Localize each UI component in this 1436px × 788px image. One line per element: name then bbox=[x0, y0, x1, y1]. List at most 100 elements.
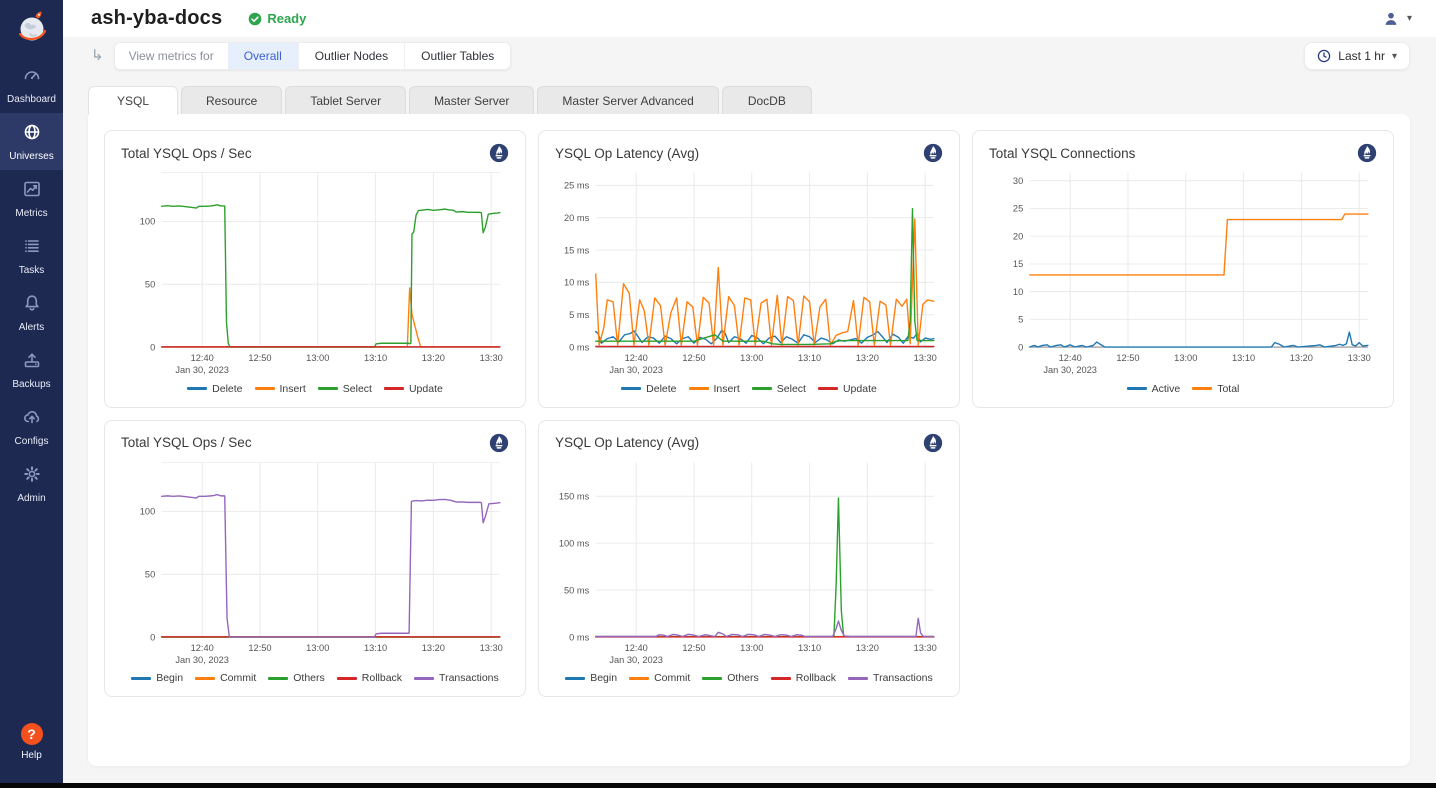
sidebar-item-configs[interactable]: Configs bbox=[0, 398, 63, 455]
legend-item-delete[interactable]: Delete bbox=[187, 383, 242, 395]
legend-item-insert[interactable]: Insert bbox=[255, 383, 306, 395]
legend-item-update[interactable]: Update bbox=[384, 383, 443, 395]
sidebar-item-universes[interactable]: Universes bbox=[0, 113, 63, 170]
sidebar-item-label: Configs bbox=[15, 436, 49, 447]
svg-text:50 ms: 50 ms bbox=[564, 585, 590, 595]
legend-label: Select bbox=[777, 383, 806, 395]
view-metrics-tab-overall[interactable]: Overall bbox=[228, 43, 298, 69]
prometheus-link-icon[interactable] bbox=[489, 143, 509, 163]
chart-plot[interactable]: 12:4012:5013:0013:1013:2013:30050100Jan … bbox=[119, 165, 511, 379]
legend-swatch bbox=[131, 677, 151, 680]
yugabyte-logo-icon[interactable] bbox=[0, 0, 63, 56]
svg-text:25: 25 bbox=[1013, 204, 1023, 214]
series-line-total bbox=[1030, 214, 1368, 275]
legend-item-begin[interactable]: Begin bbox=[565, 672, 617, 684]
metric-category-tabs: YSQLResourceTablet ServerMaster ServerMa… bbox=[88, 86, 1410, 114]
legend-label: Delete bbox=[212, 383, 242, 395]
legend-item-insert[interactable]: Insert bbox=[689, 383, 740, 395]
chart-plot[interactable]: 12:4012:5013:0013:1013:2013:30050100Jan … bbox=[119, 455, 511, 669]
sidebar-item-label: Help bbox=[21, 750, 42, 761]
svg-text:Jan 30, 2023: Jan 30, 2023 bbox=[609, 655, 663, 665]
legend-label: Rollback bbox=[796, 672, 836, 684]
svg-text:100: 100 bbox=[140, 506, 155, 516]
prometheus-link-icon[interactable] bbox=[923, 433, 943, 453]
legend-swatch bbox=[384, 387, 404, 390]
time-range-button[interactable]: Last 1 hr ▾ bbox=[1304, 42, 1410, 70]
tab-docdb[interactable]: DocDB bbox=[722, 86, 812, 114]
svg-text:13:30: 13:30 bbox=[914, 643, 937, 653]
legend-item-transactions[interactable]: Transactions bbox=[414, 672, 499, 684]
chart-plot[interactable]: 12:4012:5013:0013:1013:2013:300 ms50 ms1… bbox=[553, 455, 945, 669]
tab-resource[interactable]: Resource bbox=[181, 86, 282, 114]
legend-label: Commit bbox=[220, 672, 256, 684]
legend-item-select[interactable]: Select bbox=[318, 383, 372, 395]
legend-item-commit[interactable]: Commit bbox=[195, 672, 256, 684]
sidebar-item-dashboard[interactable]: Dashboard bbox=[0, 56, 63, 113]
sidebar-item-metrics[interactable]: Metrics bbox=[0, 170, 63, 227]
legend-swatch bbox=[187, 387, 207, 390]
legend-item-rollback[interactable]: Rollback bbox=[771, 672, 836, 684]
tab-ysql[interactable]: YSQL bbox=[88, 86, 178, 115]
chart-plot[interactable]: 12:4012:5013:0013:1013:2013:300 ms5 ms10… bbox=[553, 165, 945, 379]
alerts-bell-icon bbox=[22, 293, 42, 318]
legend-item-begin[interactable]: Begin bbox=[131, 672, 183, 684]
help-icon: ? bbox=[21, 723, 43, 745]
svg-text:13:20: 13:20 bbox=[856, 353, 879, 363]
bottom-bar bbox=[0, 783, 1436, 788]
chart-header: Total YSQL Ops / Sec bbox=[119, 143, 511, 165]
sidebar-nav: DashboardUniversesMetricsTasksAlertsBack… bbox=[0, 56, 63, 512]
legend-item-active[interactable]: Active bbox=[1127, 383, 1181, 395]
svg-text:5 ms: 5 ms bbox=[569, 310, 589, 320]
legend-label: Delete bbox=[646, 383, 676, 395]
prometheus-link-icon[interactable] bbox=[923, 143, 943, 163]
view-metrics-tab-outlier-tables[interactable]: Outlier Tables bbox=[404, 43, 510, 69]
legend-label: Update bbox=[843, 383, 877, 395]
metrics-toolbar: ↳ View metrics for OverallOutlier NodesO… bbox=[63, 37, 1436, 70]
prometheus-link-icon[interactable] bbox=[489, 433, 509, 453]
tab-master-server-advanced[interactable]: Master Server Advanced bbox=[537, 86, 718, 114]
svg-text:13:20: 13:20 bbox=[422, 643, 445, 653]
legend-item-rollback[interactable]: Rollback bbox=[337, 672, 402, 684]
sidebar-item-help[interactable]: ? Help bbox=[0, 723, 63, 761]
chart-legend: Delete Insert Select Update bbox=[119, 379, 511, 401]
svg-text:13:10: 13:10 bbox=[798, 353, 821, 363]
sidebar-item-tasks[interactable]: Tasks bbox=[0, 227, 63, 284]
tab-master-server[interactable]: Master Server bbox=[409, 86, 534, 114]
svg-text:12:50: 12:50 bbox=[682, 643, 705, 653]
svg-text:13:30: 13:30 bbox=[1348, 353, 1371, 363]
legend-item-transactions[interactable]: Transactions bbox=[848, 672, 933, 684]
svg-text:12:40: 12:40 bbox=[1059, 353, 1082, 363]
svg-text:20 ms: 20 ms bbox=[564, 213, 590, 223]
legend-item-others[interactable]: Others bbox=[702, 672, 759, 684]
legend-item-delete[interactable]: Delete bbox=[621, 383, 676, 395]
legend-item-others[interactable]: Others bbox=[268, 672, 325, 684]
admin-gear-icon bbox=[22, 464, 42, 489]
legend-label: Active bbox=[1152, 383, 1181, 395]
sidebar-item-backups[interactable]: Backups bbox=[0, 341, 63, 398]
series-line-transactions bbox=[596, 618, 934, 636]
legend-swatch bbox=[337, 677, 357, 680]
configs-cloud-icon bbox=[22, 407, 42, 432]
sidebar-item-admin[interactable]: Admin bbox=[0, 455, 63, 512]
chart-plot[interactable]: 12:4012:5013:0013:1013:2013:300510152025… bbox=[987, 165, 1379, 379]
legend-item-update[interactable]: Update bbox=[818, 383, 877, 395]
legend-swatch bbox=[1127, 387, 1147, 390]
legend-swatch bbox=[255, 387, 275, 390]
sidebar-item-alerts[interactable]: Alerts bbox=[0, 284, 63, 341]
legend-item-commit[interactable]: Commit bbox=[629, 672, 690, 684]
metrics-panel: Total YSQL Ops / Sec12:4012:5013:0013:10… bbox=[88, 114, 1410, 766]
dashboard-gauge-icon bbox=[22, 65, 42, 90]
svg-text:15: 15 bbox=[1013, 259, 1023, 269]
prometheus-link-icon[interactable] bbox=[1357, 143, 1377, 163]
svg-text:13:00: 13:00 bbox=[306, 643, 329, 653]
chart-header: Total YSQL Ops / Sec bbox=[119, 433, 511, 455]
svg-text:5: 5 bbox=[1018, 315, 1023, 325]
legend-item-total[interactable]: Total bbox=[1192, 383, 1239, 395]
legend-label: Begin bbox=[156, 672, 183, 684]
view-metrics-tab-outlier-nodes[interactable]: Outlier Nodes bbox=[298, 43, 404, 69]
legend-item-select[interactable]: Select bbox=[752, 383, 806, 395]
tab-tablet-server[interactable]: Tablet Server bbox=[285, 86, 406, 114]
user-menu[interactable]: ▾ bbox=[1381, 9, 1412, 29]
svg-text:12:50: 12:50 bbox=[248, 643, 271, 653]
sidebar-item-label: Admin bbox=[17, 493, 45, 504]
